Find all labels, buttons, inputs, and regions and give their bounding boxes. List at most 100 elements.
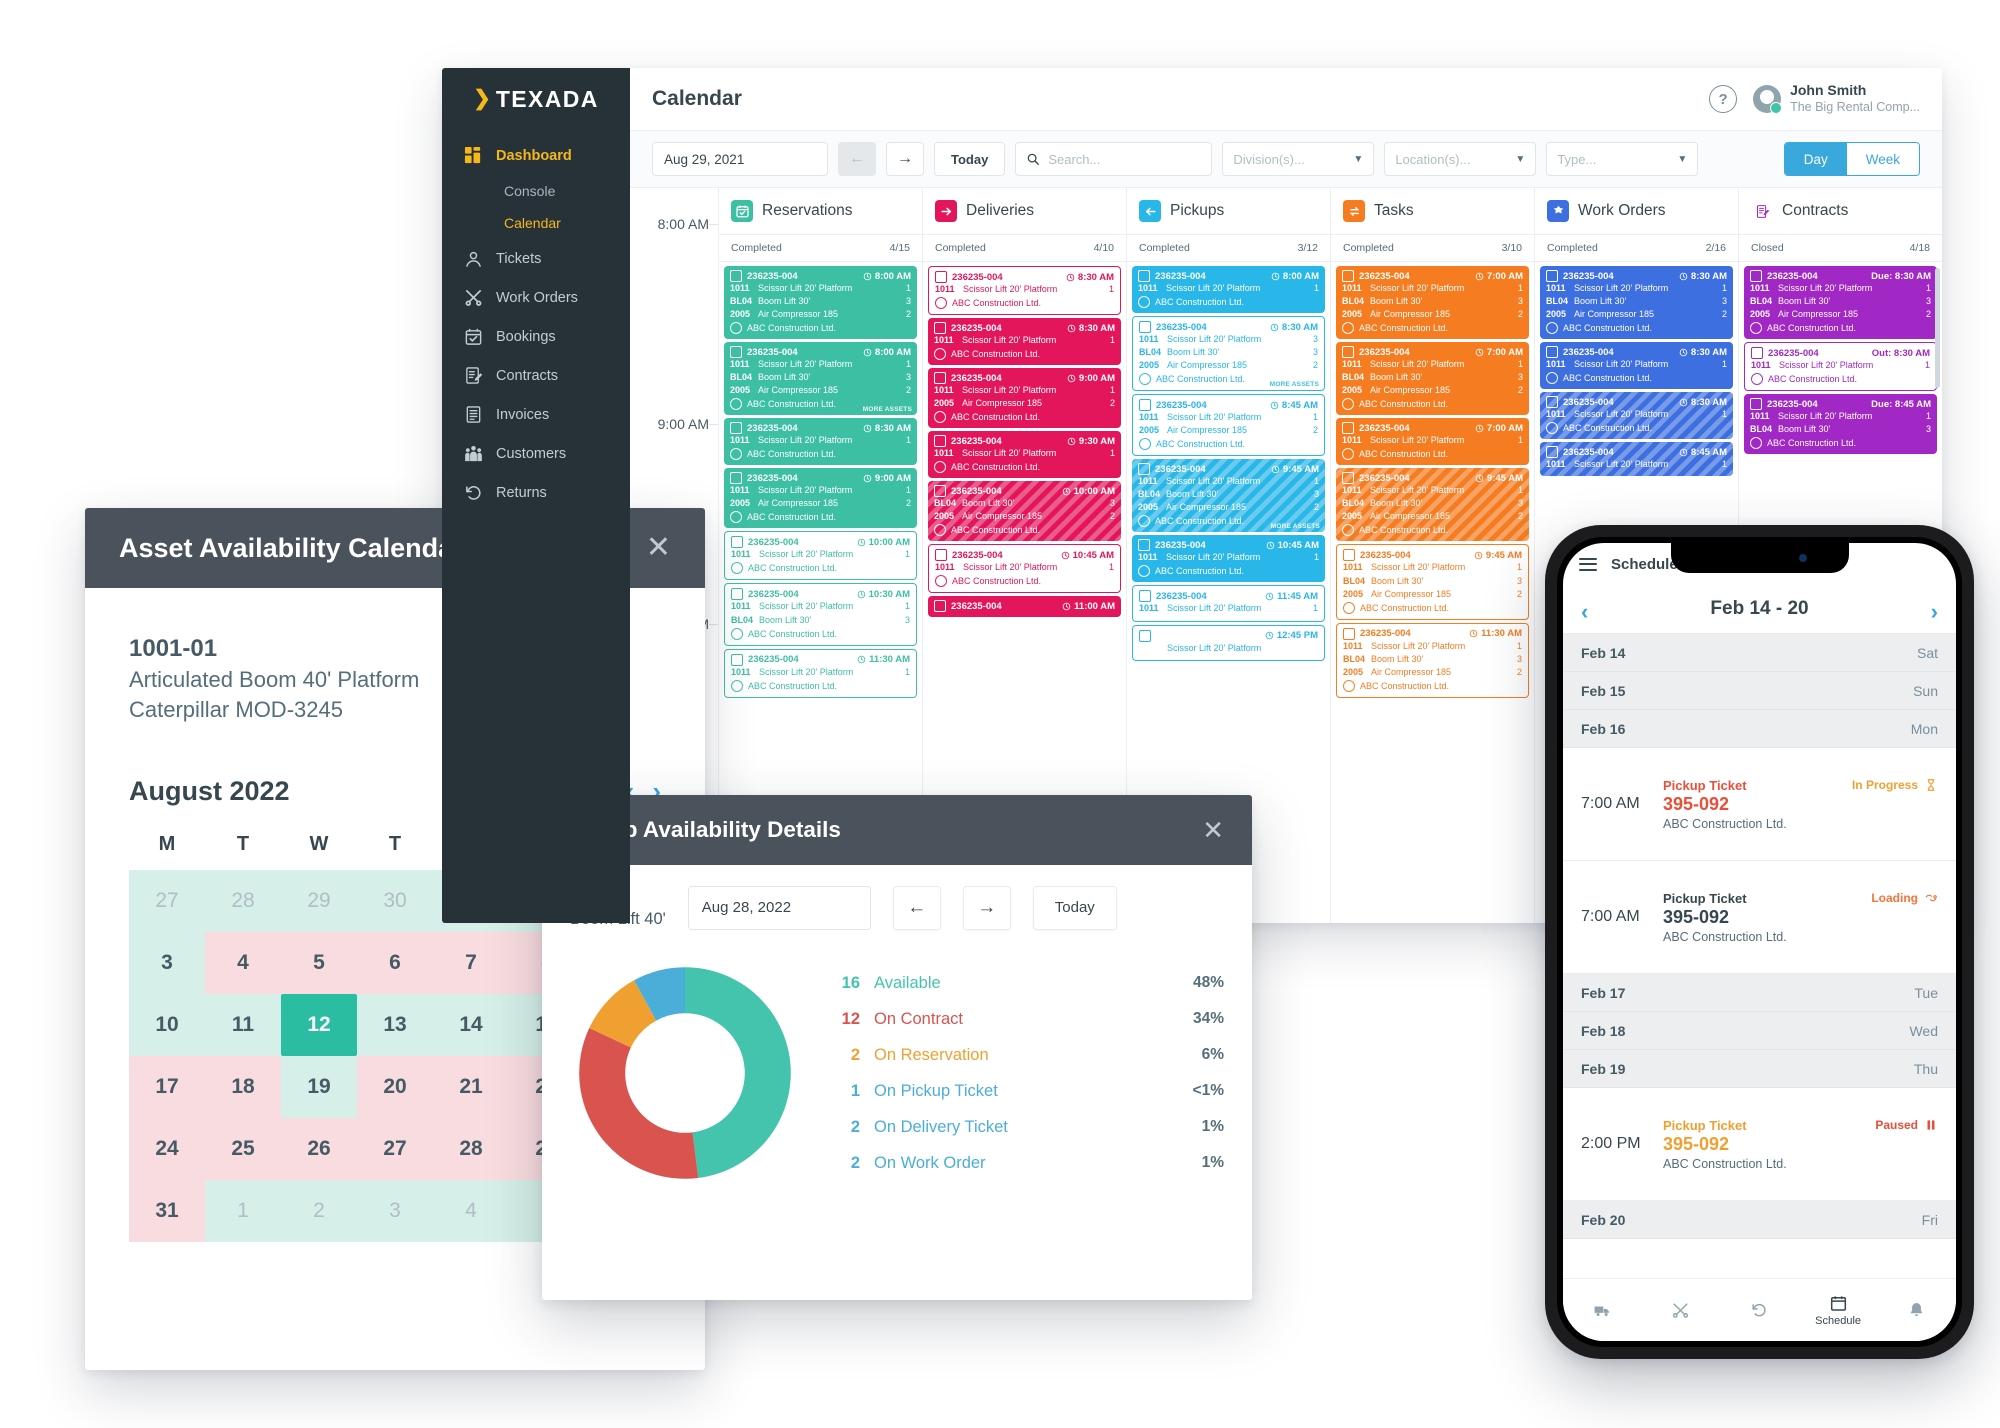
calendar-event-card[interactable]: 236235-004 8:30 AM 1011 Scissor Lift 20' Pl… bbox=[928, 318, 1121, 366]
calendar-day-cell[interactable]: 3 bbox=[129, 931, 205, 994]
calendar-day-cell[interactable]: 12 bbox=[281, 993, 357, 1056]
phone-event-row[interactable]: 2:00 PM Pickup Ticket Paused 395-092 ABC Con… bbox=[1563, 1088, 1956, 1201]
calendar-event-card[interactable]: 236235-004 7:00 AM 1011 Scissor Lift 20' Pl… bbox=[1336, 418, 1529, 466]
view-day-button[interactable]: Day bbox=[1784, 143, 1847, 175]
calendar-event-card[interactable]: 236235-004 8:00 AM 1011 Scissor Lift 20' Pl… bbox=[724, 342, 917, 416]
calendar-event-card[interactable]: 236235-004 8:30 AM 1011 Scissor Lift 20' Pl… bbox=[928, 266, 1121, 316]
calendar-day-cell[interactable]: 7 bbox=[433, 931, 509, 994]
help-icon[interactable]: ? bbox=[1709, 85, 1738, 113]
search-input[interactable]: Search... bbox=[1015, 142, 1213, 176]
sidebar-item-tickets[interactable]: Tickets bbox=[442, 239, 630, 278]
sidebar-item-work-orders[interactable]: Work Orders bbox=[442, 278, 630, 317]
calendar-day-cell[interactable]: 25 bbox=[205, 1117, 281, 1180]
calendar-event-card[interactable]: 236235-004 8:00 AM 1011 Scissor Lift 20' Pl… bbox=[1132, 266, 1325, 314]
calendar-day-cell[interactable]: 2 bbox=[281, 1179, 357, 1242]
calendar-day-cell[interactable]: 29 bbox=[281, 869, 357, 932]
calendar-event-card[interactable]: 236235-004 9:45 AM 1011 Scissor Lift 20' Pl… bbox=[1132, 459, 1325, 533]
calendar-day-cell[interactable]: 20 bbox=[357, 1055, 433, 1118]
calendar-event-card[interactable]: 236235-004 9:00 AM 1011 Scissor Lift 20' Pl… bbox=[928, 368, 1121, 429]
type-select[interactable]: Type... ▼ bbox=[1546, 142, 1699, 176]
calendar-day-cell[interactable]: 6 bbox=[357, 931, 433, 994]
close-icon[interactable]: ✕ bbox=[646, 533, 671, 563]
sidebar-item-contracts[interactable]: Contracts bbox=[442, 356, 630, 395]
calendar-event-card[interactable]: 236235-004 8:45 AM 1011 Scissor Lift 20' Pl… bbox=[1540, 442, 1733, 477]
calendar-day-cell[interactable]: 21 bbox=[433, 1055, 509, 1118]
calendar-event-card[interactable]: 236235-004 10:00 AM BL04 Boom Lift 30' 3 2005… bbox=[928, 481, 1121, 542]
calendar-event-card[interactable]: 236235-004 11:00 AM bbox=[928, 596, 1121, 618]
calendar-day-cell[interactable]: 26 bbox=[281, 1117, 357, 1180]
calendar-event-card[interactable]: 236235-004 10:45 AM 1011 Scissor Lift 20' P… bbox=[1132, 535, 1325, 583]
calendar-event-card[interactable]: 236235-004 7:00 AM 1011 Scissor Lift 20' Pl… bbox=[1336, 266, 1529, 340]
sidebar-item-bookings[interactable]: Bookings bbox=[442, 317, 630, 356]
calendar-day-cell[interactable]: 4 bbox=[433, 1179, 509, 1242]
group-prev-button[interactable]: ← bbox=[892, 885, 941, 930]
calendar-day-cell[interactable]: 5 bbox=[281, 931, 357, 994]
calendar-day-cell[interactable]: 17 bbox=[129, 1055, 205, 1118]
calendar-day-cell[interactable]: 30 bbox=[357, 869, 433, 932]
location-select[interactable]: Location(s)... ▼ bbox=[1384, 142, 1537, 176]
calendar-event-card[interactable]: 236235-004 9:45 AM 1011 Scissor Lift 20' Pl… bbox=[1336, 544, 1529, 620]
phone-tab-bell-icon[interactable] bbox=[1877, 1301, 1956, 1320]
calendar-event-card[interactable]: 236235-004 8:30 AM 1011 Scissor Lift 20' Pl… bbox=[1132, 316, 1325, 392]
today-button[interactable]: Today bbox=[934, 142, 1006, 176]
calendar-day-cell[interactable]: 27 bbox=[129, 869, 205, 932]
close-icon[interactable]: ✕ bbox=[1202, 815, 1224, 846]
calendar-day-cell[interactable]: 28 bbox=[433, 1117, 509, 1180]
calendar-event-card[interactable]: 236235-004 10:00 AM 1011 Scissor Lift 20' P… bbox=[724, 531, 917, 581]
calendar-day-cell[interactable]: 19 bbox=[281, 1055, 357, 1118]
phone-tab-return-icon[interactable] bbox=[1720, 1301, 1799, 1320]
vertical-scrollbar[interactable] bbox=[1935, 268, 1940, 388]
calendar-day-cell[interactable]: 31 bbox=[129, 1179, 205, 1242]
calendar-event-card[interactable]: 236235-004 11:30 AM 1011 Scissor Lift 20' P… bbox=[724, 648, 917, 698]
calendar-event-card[interactable]: 12:45 PM Scissor Lift 20' Platform bbox=[1132, 624, 1325, 661]
calendar-event-card[interactable]: 236235-004 8:45 AM 1011 Scissor Lift 20' Pl… bbox=[1132, 394, 1325, 457]
sidebar-item-dashboard[interactable]: Dashboard bbox=[442, 136, 630, 175]
calendar-event-card[interactable]: 236235-004 7:00 AM 1011 Scissor Lift 20' Pl… bbox=[1336, 342, 1529, 416]
group-today-button[interactable]: Today bbox=[1032, 885, 1117, 930]
next-week-button[interactable]: › bbox=[1931, 593, 1938, 625]
calendar-event-card[interactable]: 236235-004 Out: 8:30 AM 1011 Scissor Lift 2… bbox=[1744, 342, 1937, 392]
group-date-input[interactable]: Aug 28, 2022 bbox=[687, 885, 871, 930]
view-week-button[interactable]: Week bbox=[1846, 143, 1919, 175]
calendar-event-card[interactable]: 236235-004 8:30 AM 1011 Scissor Lift 20' Pl… bbox=[1540, 266, 1733, 340]
calendar-day-cell[interactable]: 14 bbox=[433, 993, 509, 1056]
calendar-event-card[interactable]: 236235-004 10:30 AM 1011 Scissor Lift 20' P… bbox=[724, 583, 917, 646]
calendar-event-card[interactable]: 236235-004 Due: 8:30 AM 1011 Scissor Lift 2… bbox=[1744, 266, 1937, 340]
hamburger-icon[interactable] bbox=[1579, 557, 1597, 571]
calendar-event-card[interactable]: 236235-004 11:45 AM 1011 Scissor Lift 20' P… bbox=[1132, 585, 1325, 622]
calendar-event-card[interactable]: 236235-004 9:30 AM 1011 Scissor Lift 20' Pl… bbox=[928, 431, 1121, 479]
calendar-day-cell[interactable]: 10 bbox=[129, 993, 205, 1056]
calendar-event-card[interactable]: 236235-004 Due: 8:45 AM 1011 Scissor Lift 2… bbox=[1744, 394, 1937, 455]
phone-tab-tools-icon[interactable] bbox=[1642, 1301, 1721, 1320]
calendar-event-card[interactable]: 236235-004 8:30 AM 1011 Scissor Lift 20' Pl… bbox=[1540, 392, 1733, 440]
sidebar-item-calendar[interactable]: Calendar bbox=[442, 207, 630, 239]
calendar-day-cell[interactable]: 24 bbox=[129, 1117, 205, 1180]
sidebar-item-invoices[interactable]: Invoices bbox=[442, 395, 630, 434]
sidebar-item-returns[interactable]: Returns bbox=[442, 473, 630, 512]
phone-event-row[interactable]: 7:00 AM Pickup Ticket Loading 395-092 ABC Co… bbox=[1563, 861, 1956, 974]
sidebar-item-console[interactable]: Console bbox=[442, 175, 630, 207]
next-day-button[interactable]: → bbox=[886, 142, 924, 176]
prev-week-button[interactable]: ‹ bbox=[1581, 593, 1588, 625]
calendar-event-card[interactable]: 236235-004 11:30 AM 1011 Scissor Lift 20' P… bbox=[1336, 622, 1529, 698]
user-menu[interactable]: John Smith The Big Rental Comp... bbox=[1753, 82, 1920, 115]
phone-tab-truck-icon[interactable] bbox=[1563, 1301, 1642, 1320]
sidebar-item-customers[interactable]: Customers bbox=[442, 434, 630, 473]
phone-tab-schedule[interactable]: Schedule bbox=[1799, 1294, 1878, 1327]
phone-event-row[interactable]: 7:00 AM Pickup Ticket In Progress 395-092 AB… bbox=[1563, 748, 1956, 861]
calendar-day-cell[interactable]: 11 bbox=[205, 993, 281, 1056]
prev-day-button[interactable]: ← bbox=[838, 142, 876, 176]
calendar-event-card[interactable]: 236235-004 8:30 AM 1011 Scissor Lift 20' Pl… bbox=[1540, 342, 1733, 390]
calendar-event-card[interactable]: 236235-004 9:00 AM 1011 Scissor Lift 20' Pl… bbox=[724, 468, 917, 529]
calendar-day-cell[interactable]: 28 bbox=[205, 869, 281, 932]
group-next-button[interactable]: → bbox=[962, 885, 1011, 930]
calendar-day-cell[interactable]: 18 bbox=[205, 1055, 281, 1118]
calendar-day-cell[interactable]: 13 bbox=[357, 993, 433, 1056]
calendar-event-card[interactable]: 236235-004 8:00 AM 1011 Scissor Lift 20' Pl… bbox=[724, 266, 917, 340]
brand-logo[interactable]: ❯ TEXADA bbox=[442, 68, 630, 130]
date-input[interactable]: Aug 29, 2021 bbox=[652, 142, 828, 176]
calendar-day-cell[interactable]: 27 bbox=[357, 1117, 433, 1180]
calendar-day-cell[interactable]: 1 bbox=[205, 1179, 281, 1242]
calendar-event-card[interactable]: 236235-004 8:30 AM 1011 Scissor Lift 20' Pl… bbox=[724, 418, 917, 466]
calendar-day-cell[interactable]: 4 bbox=[205, 931, 281, 994]
